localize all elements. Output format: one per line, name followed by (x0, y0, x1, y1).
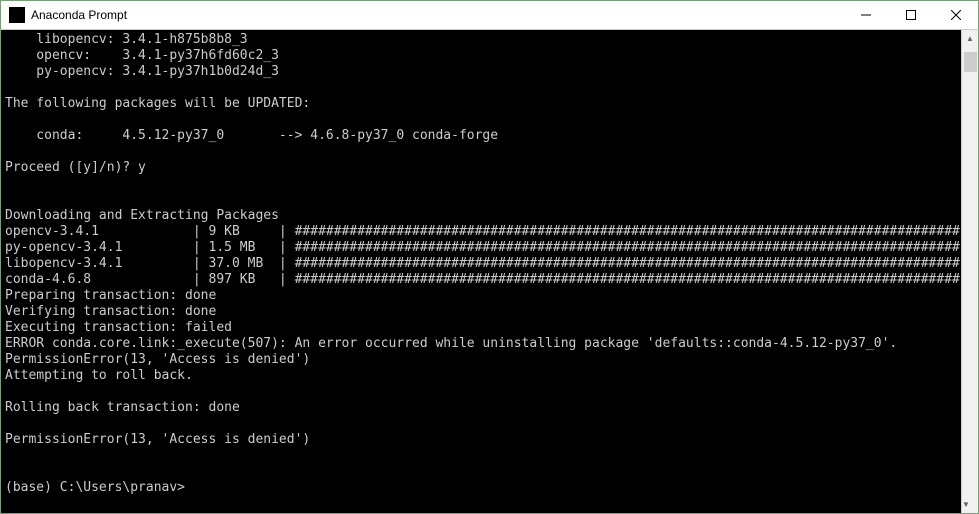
terminal-output[interactable]: libopencv: 3.4.1-h875b8b8_3 opencv: 3.4.… (1, 30, 961, 513)
scroll-down-icon[interactable]: ▼ (962, 496, 970, 513)
titlebar: Anaconda Prompt (0, 0, 979, 30)
minimize-button[interactable] (843, 1, 888, 29)
scrollbar-thumb[interactable] (964, 52, 977, 72)
maximize-button[interactable] (888, 1, 933, 29)
app-icon (9, 7, 25, 23)
window-controls (843, 1, 978, 29)
scroll-up-icon[interactable]: ▲ (962, 30, 978, 47)
terminal-wrap: libopencv: 3.4.1-h875b8b8_3 opencv: 3.4.… (0, 30, 979, 514)
window-title: Anaconda Prompt (31, 8, 843, 22)
close-button[interactable] (933, 1, 978, 29)
scrollbar[interactable]: ▲ ▼ (961, 30, 978, 513)
